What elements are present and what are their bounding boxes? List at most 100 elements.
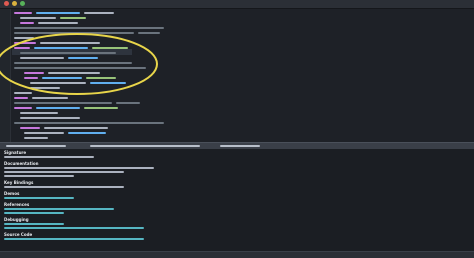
code-token-placeholder (14, 97, 28, 99)
code-token-placeholder (68, 132, 106, 134)
editor-window: Signature Documentation Key Bindings Demos R… (0, 0, 474, 258)
code-line (14, 131, 454, 135)
code-line (14, 11, 454, 15)
code-line (14, 91, 454, 95)
window-controls (4, 1, 25, 6)
mode-line-segment (220, 145, 260, 147)
help-text-placeholder (4, 208, 114, 210)
code-line (14, 106, 454, 110)
code-line (14, 66, 454, 70)
code-token-placeholder (14, 102, 112, 104)
help-heading-source-code: Source Code (4, 232, 33, 237)
code-token-placeholder (14, 122, 164, 124)
code-token-placeholder (116, 102, 140, 104)
code-line (14, 136, 454, 140)
code-token-placeholder (68, 57, 98, 59)
code-line (14, 36, 454, 40)
help-line[interactable] (4, 197, 470, 200)
help-line[interactable] (4, 238, 470, 241)
help-text-placeholder (4, 227, 144, 229)
code-token-placeholder (34, 47, 88, 49)
code-line (14, 76, 454, 80)
code-token-placeholder (20, 57, 64, 59)
code-line (14, 16, 454, 20)
mode-line-segment (6, 145, 66, 147)
mode-line (0, 142, 474, 149)
code-token-placeholder (14, 42, 36, 44)
code-line (14, 111, 454, 115)
title-bar (0, 0, 474, 9)
code-token-placeholder (84, 107, 118, 109)
code-token-placeholder (24, 72, 44, 74)
help-heading-signature: Signature (4, 150, 27, 155)
help-text-placeholder (4, 171, 124, 173)
code-token-placeholder (14, 27, 164, 29)
code-line (14, 31, 454, 35)
code-line (14, 46, 454, 50)
code-token-placeholder (20, 117, 80, 119)
help-text-placeholder (4, 238, 144, 240)
help-line[interactable] (4, 212, 470, 215)
help-heading-demos: Demos (4, 191, 20, 196)
help-line (4, 186, 470, 189)
help-heading-documentation: Documentation (4, 161, 39, 166)
code-token-placeholder (14, 47, 30, 49)
code-line (14, 86, 454, 90)
code-token-placeholder (90, 82, 126, 84)
code-line (14, 21, 454, 25)
help-text-placeholder (4, 156, 94, 158)
code-token-placeholder (20, 127, 40, 129)
help-text-placeholder (4, 212, 64, 214)
code-line (14, 71, 454, 75)
code-token-placeholder (20, 22, 34, 24)
code-line (14, 26, 454, 30)
code-token-placeholder (24, 132, 64, 134)
help-line (4, 171, 470, 174)
line-number-gutter (0, 9, 11, 142)
minimize-window-icon[interactable] (12, 1, 17, 6)
help-heading-debugging: Debugging (4, 217, 29, 222)
code-token-placeholder (36, 107, 80, 109)
code-token-placeholder (14, 12, 32, 14)
maximize-window-icon[interactable] (20, 1, 25, 6)
code-token-placeholder (24, 77, 38, 79)
code-token-placeholder (30, 87, 60, 89)
code-token-placeholder (40, 42, 100, 44)
help-line (4, 175, 470, 178)
help-buffer[interactable]: Signature Documentation Key Bindings Demos R… (0, 149, 474, 257)
code-lines (14, 11, 454, 142)
code-token-placeholder (84, 12, 114, 14)
code-line (14, 51, 454, 55)
code-token-placeholder (92, 47, 128, 49)
code-token-placeholder (20, 112, 58, 114)
help-content: Signature Documentation Key Bindings Demos R… (4, 150, 470, 241)
code-line (14, 96, 454, 100)
code-token-placeholder (14, 32, 134, 34)
code-token-placeholder (20, 17, 56, 19)
help-line[interactable] (4, 223, 470, 226)
help-heading-key-bindings: Key Bindings (4, 180, 34, 185)
code-token-placeholder (14, 92, 32, 94)
help-line[interactable] (4, 208, 470, 211)
code-token-placeholder (86, 77, 116, 79)
code-line (14, 116, 454, 120)
code-line (14, 56, 454, 60)
code-token-placeholder (60, 17, 86, 19)
code-line (14, 101, 454, 105)
code-token-placeholder (30, 82, 86, 84)
help-text-placeholder (4, 186, 124, 188)
code-token-placeholder (36, 12, 80, 14)
help-text-placeholder (4, 167, 154, 169)
code-token-placeholder (38, 22, 78, 24)
code-token-placeholder (32, 97, 68, 99)
code-line (14, 61, 454, 65)
code-line (14, 81, 454, 85)
code-buffer[interactable] (0, 9, 474, 142)
code-token-placeholder (14, 37, 34, 39)
close-window-icon[interactable] (4, 1, 9, 6)
help-text-placeholder (4, 175, 74, 177)
help-text-placeholder (4, 197, 74, 199)
help-line[interactable] (4, 227, 470, 230)
help-text-placeholder (4, 223, 64, 225)
code-token-placeholder (14, 67, 146, 69)
